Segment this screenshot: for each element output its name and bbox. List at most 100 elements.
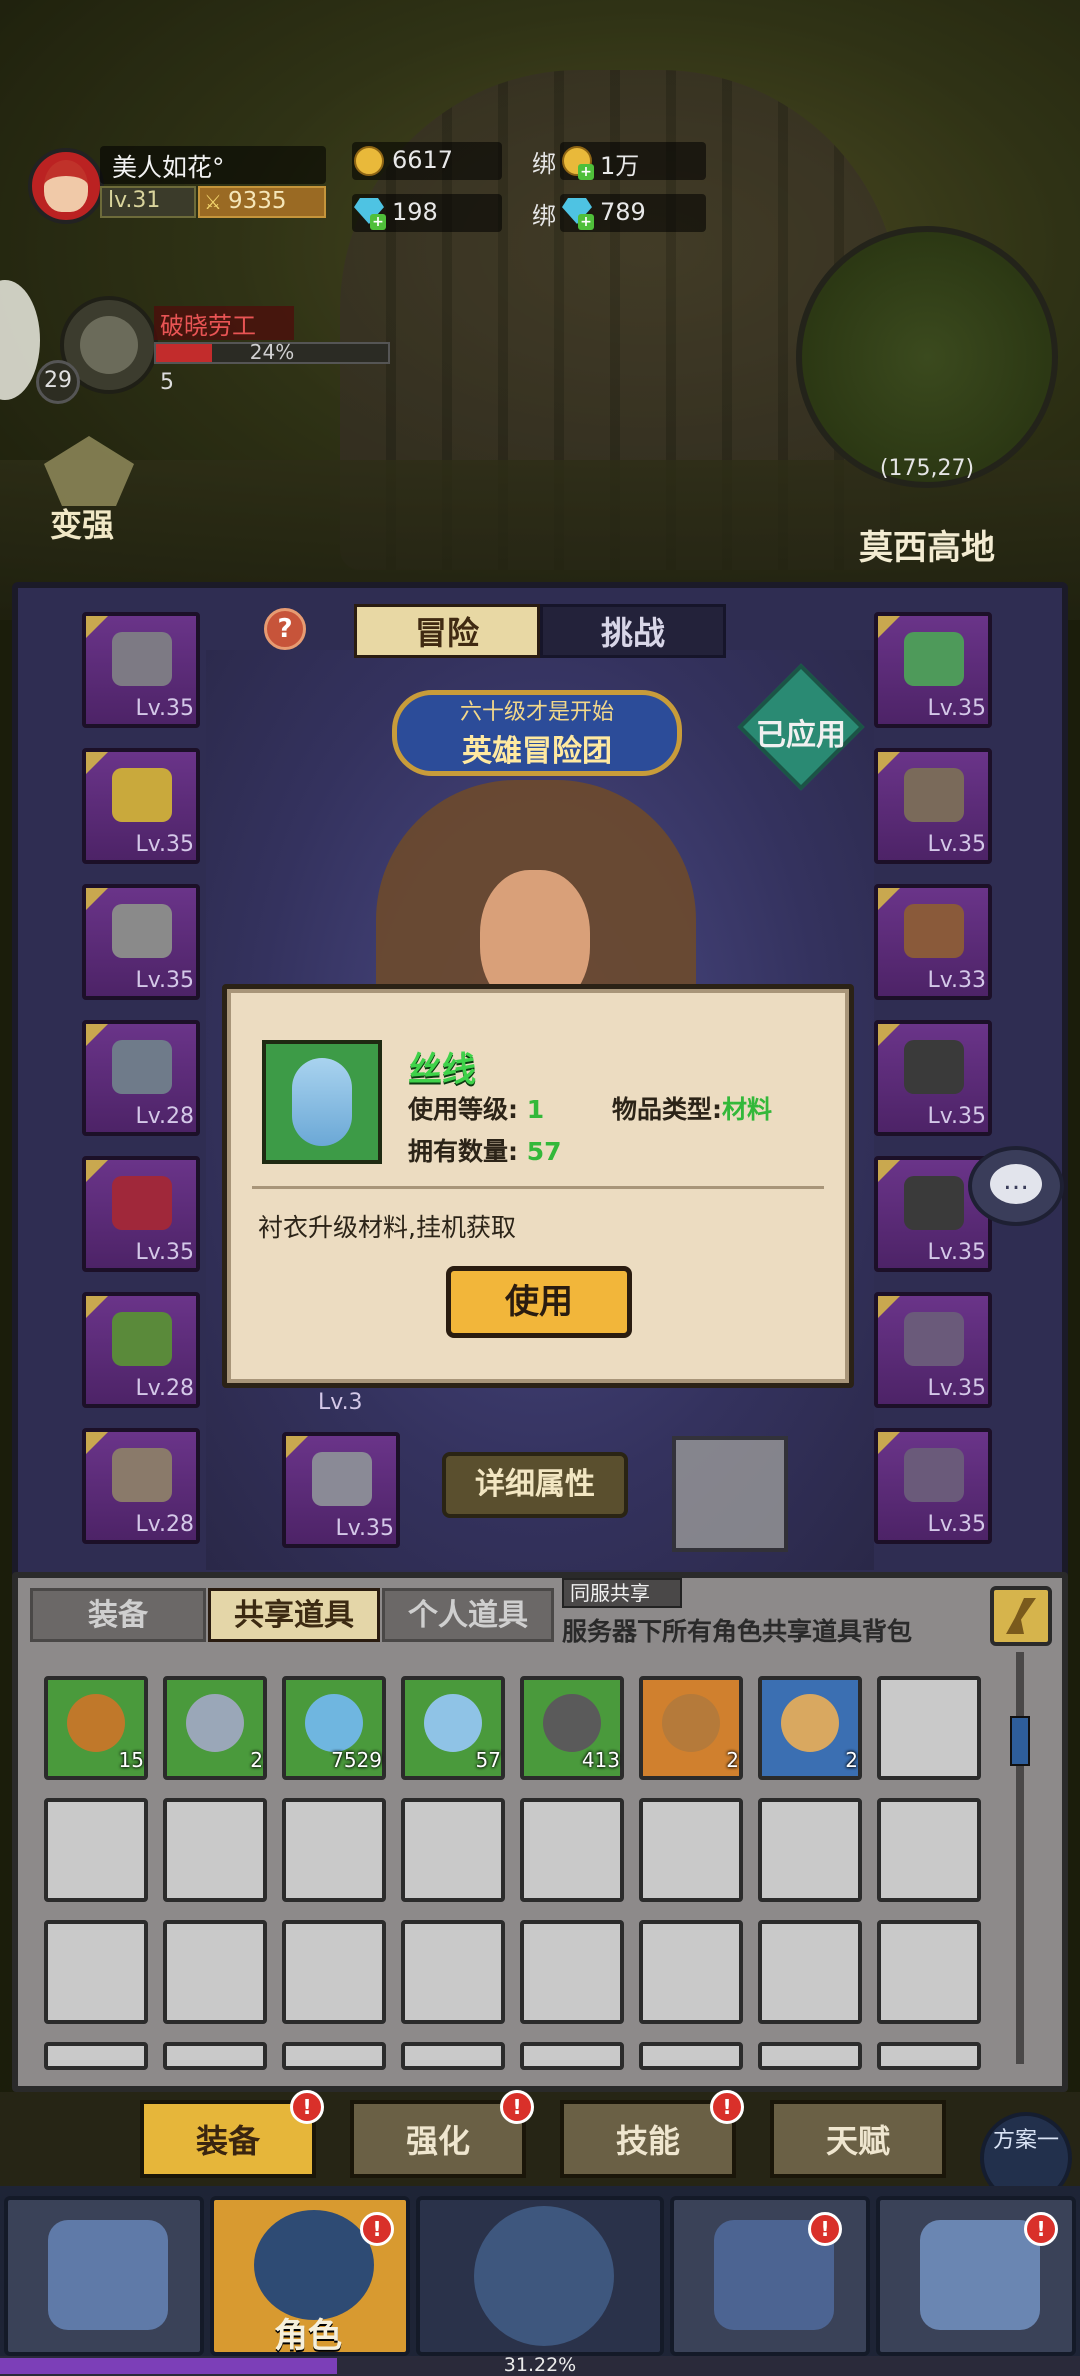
locked-slot[interactable] (672, 1436, 788, 1552)
slot-level: Lv.35 (927, 1376, 986, 1401)
bag-empty-slot[interactable] (163, 1798, 267, 1902)
slot-corner-icon (86, 1432, 108, 1454)
bag-empty-slot[interactable] (401, 2042, 505, 2070)
bag-empty-slot[interactable] (401, 1920, 505, 2024)
equip-slot-left-5[interactable]: Lv.35 (82, 1156, 200, 1272)
bag-scrollbar[interactable] (1016, 1652, 1024, 2064)
bag-empty-slot[interactable] (163, 1920, 267, 2024)
bag-scroll-thumb[interactable] (1010, 1716, 1030, 1766)
equip-slot-right-7[interactable]: Lv.35 (874, 1428, 992, 1544)
nav-tab-city[interactable] (4, 2196, 204, 2356)
equip-slot-left-2[interactable]: Lv.35 (82, 748, 200, 864)
shared-bag-description: 服务器下所有角色共享道具背包 (562, 1617, 913, 1646)
slot-corner-icon (86, 888, 108, 910)
subnav-tab-talent[interactable]: 天赋 (770, 2100, 946, 2178)
bag-empty-slot[interactable] (282, 1798, 386, 1902)
bag-empty-slot[interactable] (520, 1920, 624, 2024)
bound-gold-label: 绑 (532, 150, 556, 178)
bag-item-slot[interactable]: 7529 (282, 1676, 386, 1780)
slot-corner-icon (878, 752, 900, 774)
subnav-tab-equipment[interactable]: 装备 (140, 2100, 316, 2178)
bag-empty-slot[interactable] (520, 1798, 624, 1902)
bag-empty-slot[interactable] (639, 1798, 743, 1902)
bag-item-slot[interactable]: 15 (44, 1676, 148, 1780)
add-diamond-icon[interactable]: + (370, 214, 386, 230)
slot-level: Lv.35 (135, 968, 194, 993)
bag-item-slot[interactable]: 413 (520, 1676, 624, 1780)
ring-icon (904, 1176, 964, 1230)
equip-slot-left-3[interactable]: Lv.35 (82, 884, 200, 1000)
slot-level: Lv.35 (335, 1516, 394, 1541)
equip-slot-right-4[interactable]: Lv.35 (874, 1020, 992, 1136)
slot-corner-icon (878, 1160, 900, 1182)
bag-empty-slot[interactable] (758, 1798, 862, 1902)
bag-item-slot[interactable]: 57 (401, 1676, 505, 1780)
nav-tab-battle[interactable] (416, 2196, 664, 2356)
equip-slot-right-1[interactable]: Lv.35 (874, 612, 992, 728)
bag-empty-slot[interactable] (877, 1676, 981, 1780)
equip-slot-left-7[interactable]: Lv.28 (82, 1428, 200, 1544)
subnav-tab-enhance[interactable]: 强化 (350, 2100, 526, 2178)
bag-empty-slot[interactable] (758, 1920, 862, 2024)
bag-empty-slot[interactable] (44, 2042, 148, 2070)
basket-icon (662, 1694, 720, 1752)
slot-level: Lv.35 (135, 832, 194, 857)
shoulder-armor-icon (112, 904, 172, 958)
use-button[interactable]: 使用 (446, 1266, 632, 1338)
strengthen-label[interactable]: 变强 (50, 500, 114, 546)
bag-item-slot[interactable]: 2 (163, 1676, 267, 1780)
boss-level: 29 (44, 368, 72, 393)
bag-empty-slot[interactable] (520, 2042, 624, 2070)
slot-corner-icon (878, 1432, 900, 1454)
bag-empty-slot[interactable] (639, 1920, 743, 2024)
bag-item-slot[interactable]: 2 (639, 1676, 743, 1780)
bag-empty-slot[interactable] (282, 2042, 386, 2070)
use-level-label: 使用等级: (408, 1095, 518, 1124)
equip-slot-weapon[interactable]: Lv.35 (282, 1432, 400, 1548)
bag-item-slot[interactable]: 2 (758, 1676, 862, 1780)
gold-amount: 6617 (392, 146, 454, 174)
slot-level: Lv.28 (135, 1104, 194, 1129)
bag-empty-slot[interactable] (877, 1920, 981, 2024)
equip-slot-left-1[interactable]: Lv.35 (82, 612, 200, 728)
add-bound-gold-icon[interactable]: + (578, 164, 594, 180)
help-button[interactable]: ? (264, 608, 306, 650)
bag-empty-slot[interactable] (877, 1798, 981, 1902)
detail-attributes-button[interactable]: 详细属性 (442, 1452, 628, 1518)
subnav-tab-skills[interactable]: 技能 (560, 2100, 736, 2178)
server-share-tag: 同服共享 (562, 1578, 682, 1608)
equip-slot-right-2[interactable]: Lv.35 (874, 748, 992, 864)
bag-tab-equipment[interactable]: 装备 (30, 1588, 206, 1642)
item-count: 413 (581, 1748, 620, 1772)
nav-role-label: 角色 (274, 2316, 342, 2356)
equip-slot-left-4[interactable]: Lv.28 (82, 1020, 200, 1136)
tab-challenge[interactable]: 挑战 (540, 604, 726, 658)
bag-tab-personal-items[interactable]: 个人道具 (382, 1588, 554, 1642)
add-bound-diamond-icon[interactable]: + (578, 214, 594, 230)
applied-label: 已应用 (756, 718, 846, 753)
bag-empty-slot[interactable] (282, 1920, 386, 2024)
popup-description: 衬衣升级材料,挂机获取 (258, 1213, 516, 1242)
bag-empty-slot[interactable] (639, 2042, 743, 2070)
minimap[interactable] (796, 226, 1058, 488)
equip-slot-left-6[interactable]: Lv.28 (82, 1292, 200, 1408)
bag-empty-slot[interactable] (44, 1920, 148, 2024)
bracelet-icon (904, 632, 964, 686)
bag-empty-slot[interactable] (401, 1798, 505, 1902)
equip-slot-right-6[interactable]: Lv.35 (874, 1292, 992, 1408)
slot-corner-icon (878, 1296, 900, 1318)
bag-tab-shared-items[interactable]: 共享道具 (208, 1588, 380, 1642)
item-type-label: 物品类型: (612, 1095, 722, 1124)
equip-slot-right-3[interactable]: Lv.33 (874, 884, 992, 1000)
nav-guild-alert: ! (808, 2212, 842, 2246)
experience-text: 31.22% (503, 2354, 577, 2376)
item-count: 2 (845, 1748, 858, 1772)
slot-level: Lv.35 (135, 696, 194, 721)
tab-adventure[interactable]: 冒险 (354, 604, 540, 658)
ring-icon (904, 1040, 964, 1094)
slot-level: Lv.35 (927, 1104, 986, 1129)
bag-empty-slot[interactable] (758, 2042, 862, 2070)
bag-empty-slot[interactable] (44, 1798, 148, 1902)
bag-empty-slot[interactable] (877, 2042, 981, 2070)
bag-empty-slot[interactable] (163, 2042, 267, 2070)
